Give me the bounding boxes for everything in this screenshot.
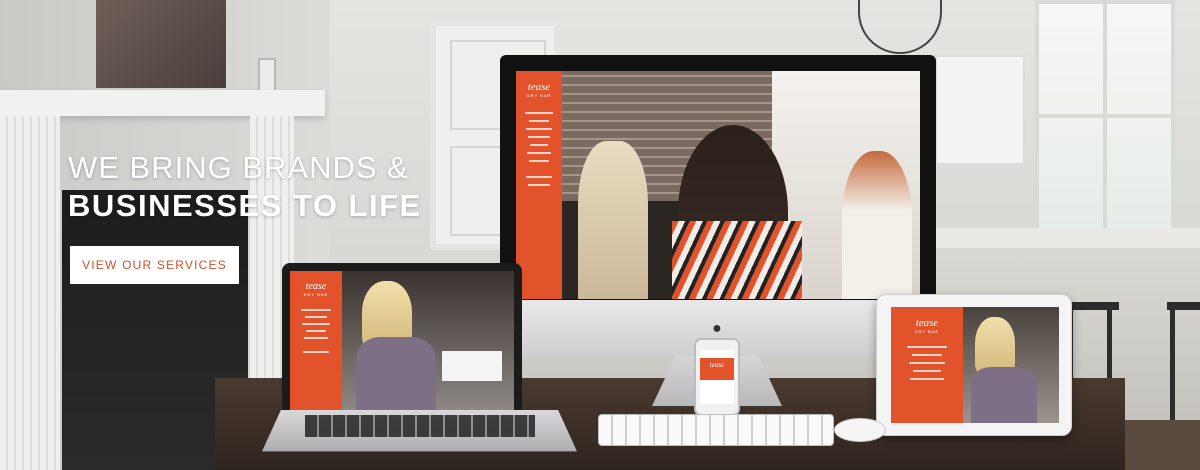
fireplace-column-left — [0, 116, 60, 470]
site-hero-photo — [342, 271, 514, 413]
site-sidebar: tease DRY BAR — [290, 271, 342, 413]
headline-line-2: BUSINESSES TO LIFE — [68, 188, 422, 223]
desktop-screen: tease DRY BAR — [516, 71, 920, 299]
site-logo: tease — [709, 361, 725, 369]
site-hero-photo — [963, 307, 1059, 423]
site-logo: tease — [527, 81, 551, 93]
kitchen-cabinet — [935, 55, 1025, 165]
hero-banner: tease DRY BAR ● tease DRY BAR tease teas… — [0, 0, 1200, 470]
apple-logo-icon: ● — [712, 320, 722, 337]
site-tagline: DRY BAR — [526, 93, 552, 98]
laptop-screen: tease DRY BAR — [290, 271, 514, 413]
laptop-keyboard — [305, 415, 535, 437]
headline-line-1: WE BRING BRANDS & — [68, 150, 409, 185]
site-tagline: DRY BAR — [303, 292, 329, 297]
phone: tease — [694, 338, 740, 416]
desktop-mouse — [834, 418, 886, 442]
site-sidebar: tease DRY BAR — [891, 307, 963, 423]
tablet-screen: tease DRY BAR — [891, 307, 1059, 423]
site-sidebar: tease DRY BAR — [516, 71, 562, 299]
fireplace-mantel — [0, 90, 325, 116]
site-tagline: DRY BAR — [914, 329, 940, 334]
kitchen-counter — [930, 228, 1200, 248]
hero-headline: WE BRING BRANDS & BUSINESSES TO LIFE — [68, 150, 422, 226]
wall-painting — [96, 0, 226, 88]
desktop-keyboard — [598, 414, 834, 446]
floor — [1125, 420, 1200, 470]
wall-clock — [858, 0, 942, 54]
laptop: tease DRY BAR — [282, 263, 522, 421]
room-window — [1035, 0, 1175, 235]
tablet: tease DRY BAR — [876, 294, 1072, 436]
site-logo: tease — [305, 281, 327, 292]
view-services-button[interactable]: VIEW OUR SERVICES — [70, 246, 239, 284]
site-logo: tease — [915, 317, 939, 329]
phone-screen: tease — [700, 350, 734, 404]
site-hero-photo — [562, 71, 920, 299]
